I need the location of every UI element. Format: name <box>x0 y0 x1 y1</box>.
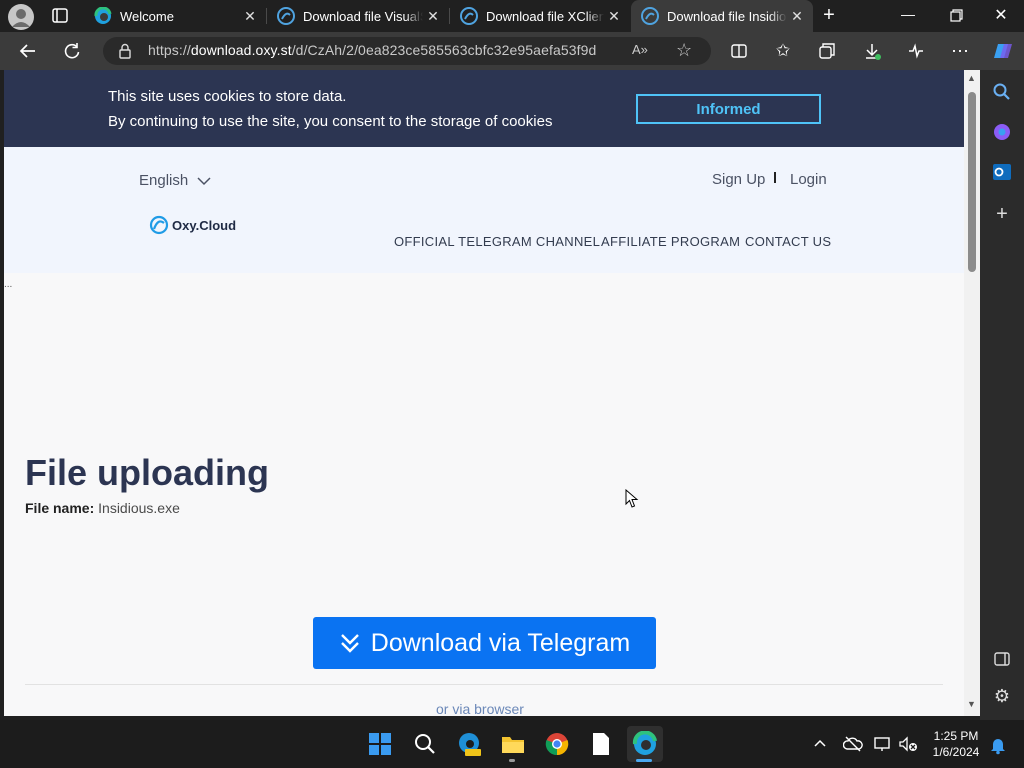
tab-title: Download file XClient <box>486 8 604 24</box>
url-scheme: https:// <box>148 42 191 58</box>
chevron-down-icon <box>197 176 211 185</box>
tab-visualstudio[interactable]: Download file VisualStudio ✕ <box>267 0 449 32</box>
ellipsis-text: ... <box>4 279 13 290</box>
close-icon[interactable]: ✕ <box>787 8 807 25</box>
tab-actions-icon[interactable] <box>48 6 72 26</box>
edge-taskbar-icon[interactable] <box>627 726 663 762</box>
split-screen-icon[interactable] <box>721 32 757 70</box>
tab-title: Download file VisualStudio <box>303 8 423 24</box>
sidebar-add-icon[interactable]: + <box>990 203 1014 227</box>
profile-avatar-icon[interactable] <box>8 4 34 30</box>
copilot-icon[interactable] <box>988 38 1016 64</box>
oxy-cloud-logo-icon <box>149 215 169 235</box>
file-name-row: File name: Insidious.exe <box>25 500 180 516</box>
sidebar-settings-gear-icon[interactable]: ⚙ <box>990 686 1014 710</box>
sign-up-link[interactable]: Sign Up <box>712 171 765 188</box>
tab-xclient[interactable]: Download file XClient ✕ <box>450 0 630 32</box>
logo-text: Oxy.Cloud <box>172 217 237 233</box>
oxy-cloud-icon <box>641 7 659 25</box>
url-path: /d/CzAh/2/0ea823ce585563cbfc32e95aefa53f… <box>291 42 597 58</box>
notification-bell-icon[interactable] <box>988 735 1008 755</box>
refresh-icon[interactable] <box>54 32 90 70</box>
chevron-up-icon[interactable] <box>812 735 828 751</box>
close-icon[interactable]: ✕ <box>423 8 443 25</box>
oxy-cloud-icon <box>277 7 295 25</box>
url-host: download.oxy.st <box>190 42 292 58</box>
close-icon[interactable]: ✕ <box>604 8 624 25</box>
page-title: File uploading <box>25 452 269 493</box>
network-icon[interactable] <box>873 735 893 753</box>
volume-muted-icon[interactable] <box>898 735 920 753</box>
sidebar-outlook-icon[interactable] <box>990 160 1014 184</box>
window-close-icon[interactable]: ✕ <box>990 5 1012 27</box>
cookie-text-line2: By continuing to use the site, you conse… <box>108 113 553 130</box>
new-tab-plus-icon[interactable]: + <box>818 4 840 28</box>
read-aloud-icon[interactable]: A» <box>632 42 654 60</box>
search-icon[interactable] <box>407 726 443 762</box>
double-chevron-down-icon <box>340 634 359 653</box>
file-name-label: File name: <box>25 500 95 516</box>
collections-icon[interactable] <box>809 32 845 70</box>
edge-icon <box>94 7 112 24</box>
nav-affiliate-program[interactable]: AFFILIATE PROGRAM <box>601 234 740 249</box>
site-logo[interactable]: Oxy.Cloud <box>149 215 236 235</box>
sidebar-copilot-icon[interactable] <box>990 120 1014 144</box>
notepad-icon[interactable] <box>583 726 619 762</box>
download-telegram-button[interactable]: Download via Telegram <box>313 617 656 669</box>
mouse-cursor-icon <box>625 488 639 514</box>
url-text[interactable]: https://download.oxy.st/d/CzAh/2/0ea823c… <box>148 42 596 58</box>
oxy-cloud-icon <box>460 7 478 25</box>
site-header <box>4 147 964 273</box>
sidebar-search-icon[interactable] <box>990 80 1014 104</box>
divider <box>25 684 943 685</box>
clock-date: 1/6/2024 <box>932 745 980 759</box>
favorites-icon[interactable]: ✩ <box>765 32 801 70</box>
edge-preview-icon[interactable] <box>451 726 487 762</box>
scroll-down-icon[interactable]: ▼ <box>967 699 976 709</box>
back-arrow-icon[interactable] <box>10 32 46 70</box>
auth-separator <box>774 172 776 183</box>
taskbar-clock[interactable]: 1:25 PM 1/6/2024 <box>926 728 986 760</box>
scroll-up-icon[interactable]: ▲ <box>967 73 976 83</box>
more-options-icon[interactable]: ⋯ <box>942 32 978 70</box>
tab-insidious[interactable]: Download file Insidious ✕ <box>631 0 813 32</box>
tab-welcome[interactable]: Welcome ✕ <box>84 0 266 32</box>
language-label: English <box>139 172 189 189</box>
download-button-label: Download via Telegram <box>370 628 631 657</box>
onedrive-offline-icon[interactable] <box>842 735 863 753</box>
running-indicator <box>509 759 515 762</box>
restore-icon[interactable] <box>944 6 968 26</box>
downloads-icon[interactable] <box>854 32 890 70</box>
cookie-text-line1: This site uses cookies to store data. <box>108 88 347 105</box>
lock-icon[interactable] <box>116 42 134 60</box>
windows-start-icon[interactable] <box>362 726 398 762</box>
chrome-icon[interactable] <box>539 726 575 762</box>
login-link[interactable]: Login <box>790 171 827 188</box>
favorite-star-icon[interactable]: ☆ <box>676 40 698 62</box>
language-selector[interactable]: English <box>139 172 212 189</box>
file-explorer-icon[interactable] <box>495 726 531 762</box>
nav-contact-us[interactable]: CONTACT US <box>745 234 831 249</box>
tab-title: Download file Insidious <box>667 8 787 24</box>
close-icon[interactable]: ✕ <box>240 8 260 25</box>
nav-telegram-channel[interactable]: OFFICIAL TELEGRAM CHANNEL <box>394 234 600 249</box>
active-app-indicator <box>636 759 652 762</box>
clock-time: 1:25 PM <box>933 729 979 743</box>
minimize-icon[interactable]: — <box>894 6 922 26</box>
sidebar-panel-icon[interactable] <box>990 647 1014 671</box>
cookie-accept-button[interactable]: Informed <box>636 94 821 124</box>
scrollbar-thumb[interactable] <box>968 92 976 272</box>
browser-essentials-icon[interactable] <box>898 32 934 70</box>
tab-title: Welcome <box>120 8 174 24</box>
download-browser-link[interactable]: or via browser <box>436 701 524 717</box>
file-name-value: Insidious.exe <box>98 500 180 516</box>
